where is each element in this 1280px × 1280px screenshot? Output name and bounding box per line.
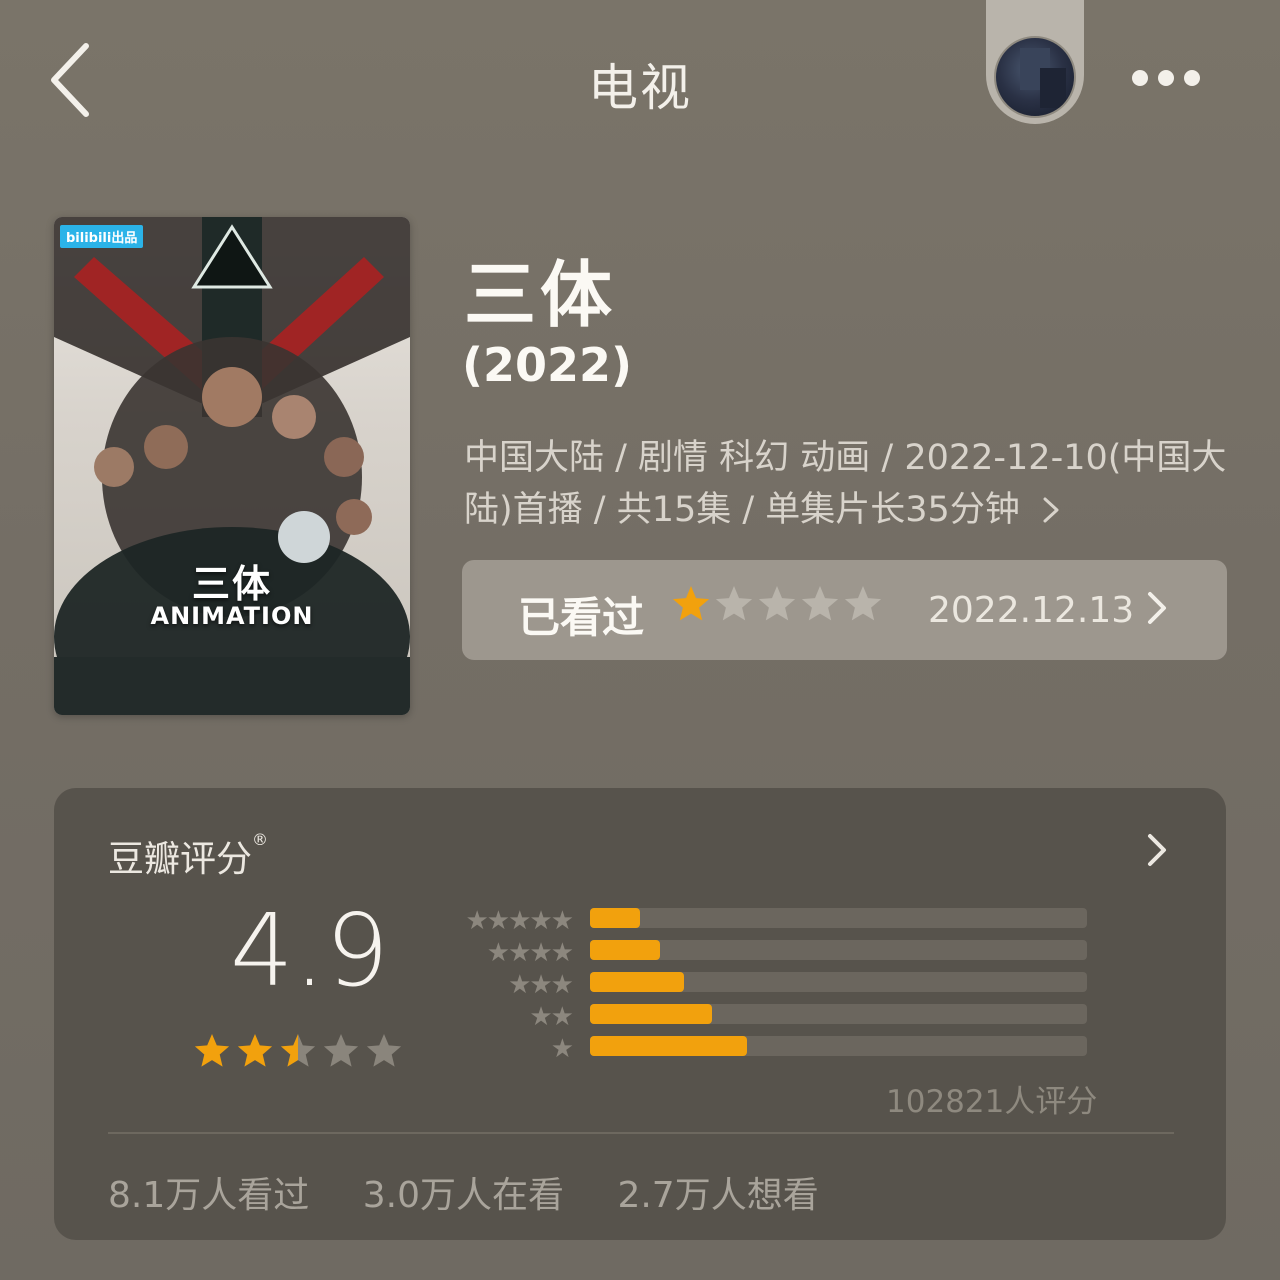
score-stars [194, 1034, 402, 1067]
rating-bar-row: ★★★★ [446, 938, 1146, 970]
more-dot-icon [1132, 70, 1148, 86]
my-status-box[interactable]: 已看过 2022.12.13 [462, 560, 1227, 660]
more-dot-icon [1158, 70, 1174, 86]
rating-bar-row: ★★ [446, 1002, 1146, 1034]
rating-bar-fill [590, 972, 685, 992]
bar-stars-icon: ★★ [529, 1002, 574, 1032]
watching-count[interactable]: 3.0万人在看 [363, 1175, 564, 1216]
rating-count: 102821人评分 [886, 1084, 1098, 1120]
star-icon [366, 1034, 402, 1067]
movie-detail-page: 电视 bilibili出品 三体 ANIMATION 三体 (2022) 中国大… [0, 0, 1280, 1280]
rating-bar-fill [590, 1004, 712, 1024]
star-icon [323, 1034, 359, 1067]
poster-subtitle: ANIMATION [150, 602, 314, 630]
show-meta-text: 中国大陆 / 剧情 科幻 动画 / 2022-12-10(中国大陆)首播 / 共… [464, 438, 1227, 530]
poster-title: 三体 [191, 562, 272, 606]
star-icon [715, 586, 753, 621]
rating-bar-track [590, 908, 1087, 928]
show-year: (2022) [462, 338, 633, 392]
star-icon [758, 586, 796, 621]
star-icon [237, 1034, 273, 1067]
more-button[interactable] [1126, 60, 1206, 96]
rating-bar-track [590, 1004, 1087, 1024]
avatar[interactable] [994, 36, 1076, 118]
star-icon [844, 586, 882, 621]
rating-bar-fill [590, 940, 660, 960]
my-rating-stars [672, 586, 882, 621]
rating-bar-fill [590, 908, 640, 928]
watched-count[interactable]: 8.1万人看过 [108, 1175, 309, 1216]
rating-bar-row: ★ [446, 1034, 1146, 1066]
douban-rating-card: 豆瓣评分® 4.9 ★★★★★ ★★★★ ★★★ ★★ ★ 102821人评分 8.1万… [54, 788, 1226, 1240]
rating-bar-row: ★★★ [446, 970, 1146, 1002]
star-icon [672, 586, 710, 621]
show-meta[interactable]: 中国大陆 / 剧情 科幻 动画 / 2022-12-10(中国大陆)首播 / 共… [464, 432, 1234, 536]
bilibili-logo: bilibili出品 [60, 225, 144, 248]
chevron-right-icon [1043, 497, 1059, 523]
status-label: 已看过 [518, 593, 645, 642]
page-title: 电视 [588, 59, 692, 117]
rating-bar-fill [590, 1036, 747, 1056]
bar-stars-icon: ★★★ [508, 970, 574, 1000]
rating-bar-track [590, 940, 1087, 960]
bar-stars-icon: ★★★★ [486, 938, 574, 968]
wish-count[interactable]: 2.7万人想看 [617, 1175, 818, 1216]
chevron-right-icon[interactable] [1142, 830, 1170, 870]
rating-header: 豆瓣评分® [108, 830, 268, 882]
divider [108, 1132, 1174, 1134]
rating-bar-track [590, 972, 1087, 992]
star-icon [280, 1034, 316, 1067]
watch-stats: 8.1万人看过 3.0万人在看 2.7万人想看 [108, 1166, 861, 1218]
chevron-right-icon [1148, 592, 1166, 624]
bar-stars-icon: ★★★★★ [465, 906, 574, 936]
rating-bar-row: ★★★★★ [446, 906, 1146, 938]
status-date: 2022.12.13 [928, 590, 1135, 631]
registered-mark: ® [252, 830, 269, 849]
poster-image[interactable]: bilibili出品 三体 ANIMATION [54, 217, 410, 715]
rating-header-label: 豆瓣评分 [108, 839, 253, 880]
star-icon [801, 586, 839, 621]
rating-bar-track [590, 1036, 1087, 1056]
star-icon [194, 1034, 230, 1067]
poster-artwork [54, 217, 410, 715]
show-title: 三体 [464, 253, 617, 337]
more-dot-icon [1184, 70, 1200, 86]
douban-score: 4.9 [230, 892, 390, 1009]
rating-distribution: ★★★★★ ★★★★ ★★★ ★★ ★ [446, 906, 1146, 1066]
bar-stars-icon: ★ [550, 1034, 574, 1064]
